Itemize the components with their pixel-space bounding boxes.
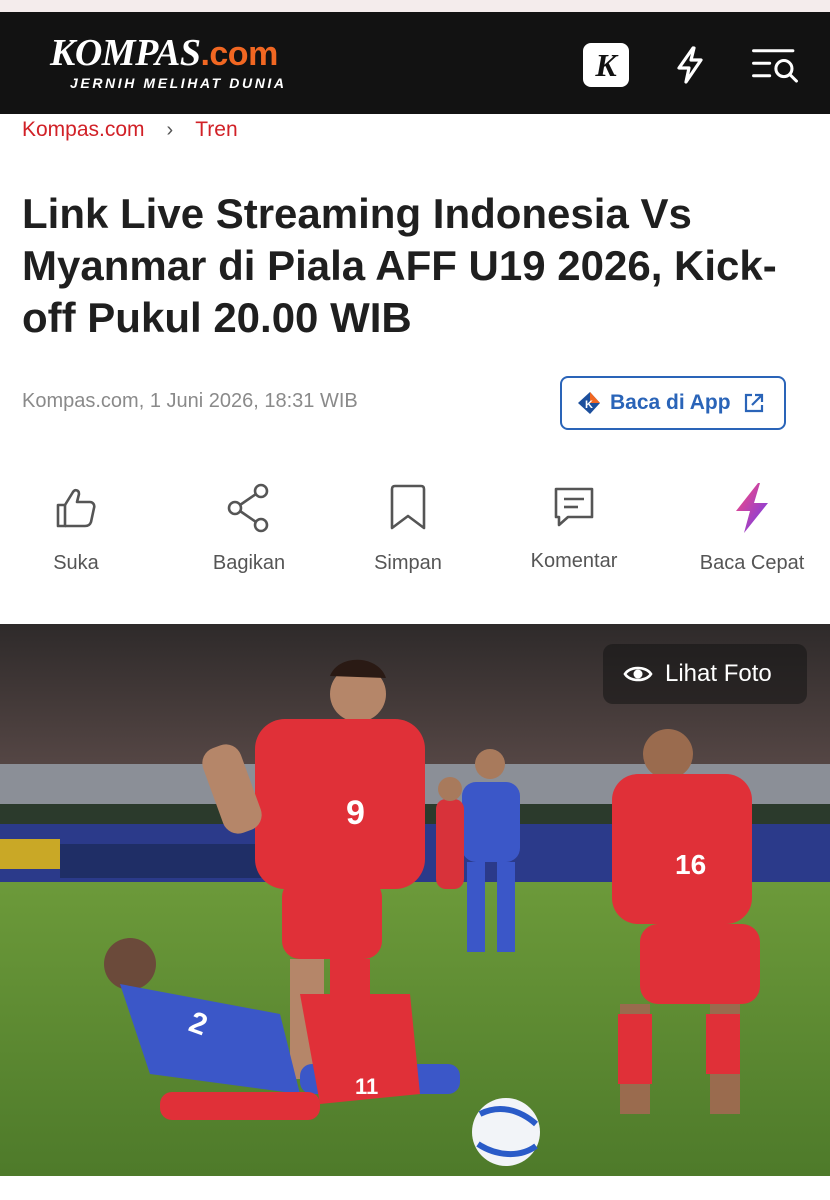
top-strip	[0, 0, 830, 12]
svg-text:K: K	[585, 399, 593, 411]
like-action[interactable]: Suka	[44, 478, 108, 575]
logo-tagline: JERNIH MELIHAT DUNIA	[70, 75, 287, 91]
breadcrumb-section-link[interactable]: Tren	[195, 118, 237, 142]
breadcrumb-separator: ›	[166, 118, 174, 141]
kompas-logo[interactable]: KOMPAS.com JERNIH MELIHAT DUNIA	[50, 34, 287, 91]
bookmark-icon	[378, 478, 438, 538]
share-icon	[219, 478, 279, 538]
thumbs-up-icon	[46, 478, 106, 538]
article-meta: Kompas.com, 1 Juni 2026, 18:31 WIB	[22, 390, 358, 412]
breadcrumb-home-link[interactable]: Kompas.com	[22, 118, 145, 142]
article-title: Link Live Streaming Indonesia Vs Myanmar…	[22, 190, 777, 341]
read-in-app-button[interactable]: K Baca di App	[560, 376, 786, 430]
jersey-number-9: 9	[346, 794, 365, 832]
comment-action[interactable]: Komentar	[522, 478, 626, 573]
comment-icon	[544, 478, 604, 538]
article-photo[interactable]: 16 9 2 11	[0, 624, 830, 1176]
kompas-app-icon: K	[578, 392, 600, 414]
external-link-icon	[744, 393, 763, 413]
breadcrumb: Kompas.com › Tren	[22, 118, 238, 142]
k-app-icon[interactable]: K	[581, 40, 631, 90]
lightning-gradient-icon	[722, 478, 782, 538]
menu-search-icon[interactable]	[750, 40, 800, 90]
save-action[interactable]: Simpan	[368, 478, 448, 575]
bottom-gap	[0, 1176, 830, 1200]
lightning-icon[interactable]	[665, 40, 715, 90]
jersey-number-11: 11	[355, 1074, 378, 1099]
share-action[interactable]: Bagikan	[204, 478, 294, 575]
article-actions: Suka Bagikan Simpan Komentar Baca Cepat	[0, 478, 830, 598]
quick-read-action[interactable]: Baca Cepat	[692, 478, 812, 575]
read-in-app-label: Baca di App	[610, 391, 731, 414]
view-photo-label: Lihat Foto	[665, 660, 772, 687]
jersey-number-16: 16	[675, 849, 706, 880]
eye-icon	[623, 666, 653, 682]
site-header: KOMPAS.com JERNIH MELIHAT DUNIA K	[0, 12, 830, 114]
view-photo-button[interactable]: Lihat Foto	[603, 644, 807, 704]
